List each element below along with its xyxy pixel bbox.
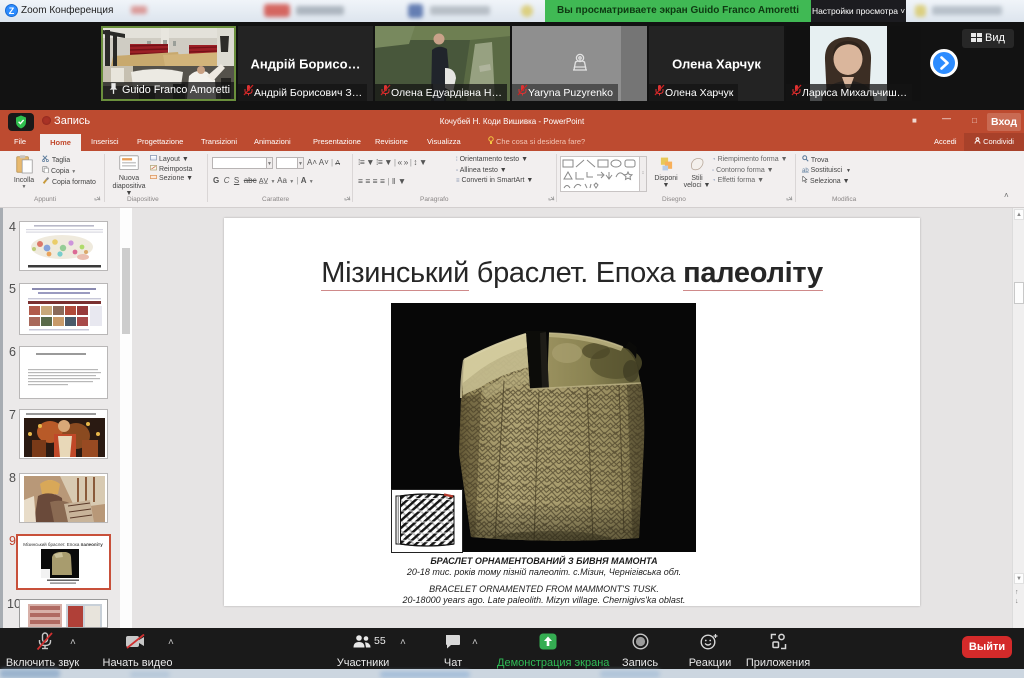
svg-text:Мізинський браслет. Епоха пале: Мізинський браслет. Епоха палеоліту xyxy=(23,541,103,547)
